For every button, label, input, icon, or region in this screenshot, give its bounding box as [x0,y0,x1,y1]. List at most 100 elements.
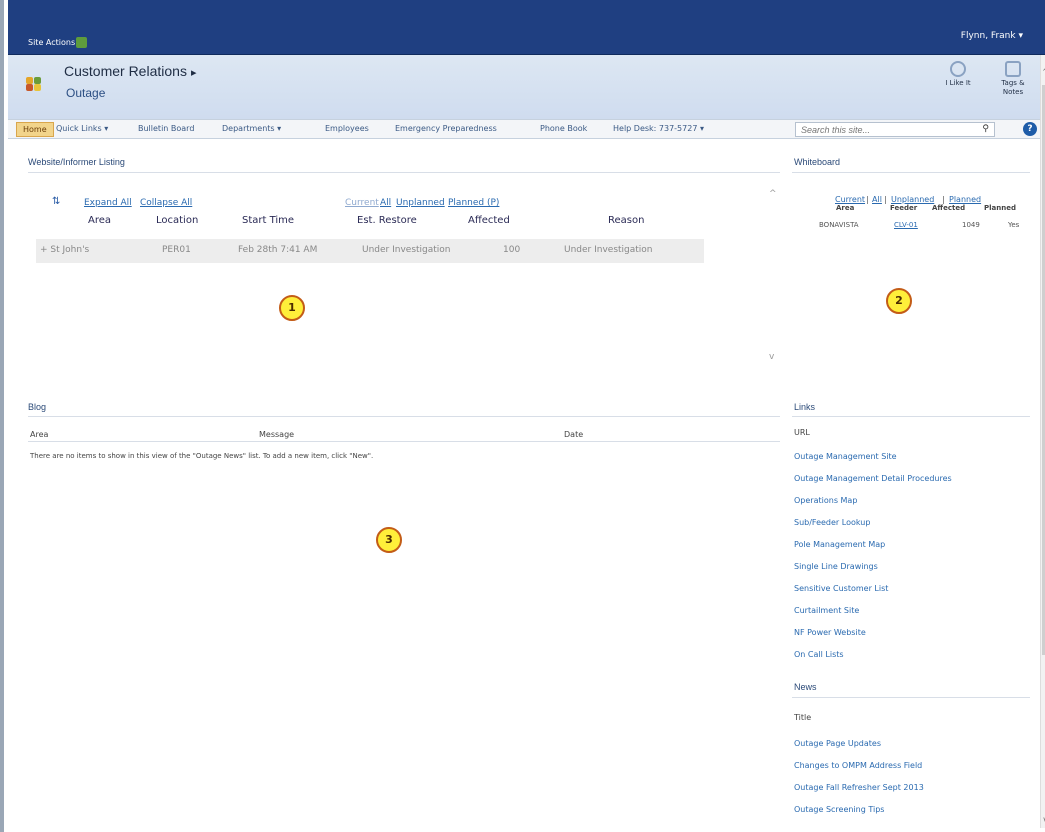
column-header-area: Area [88,215,112,226]
column-header-est-restore: Est. Restore [357,215,417,226]
tags-notes-button[interactable]: Tags & Notes [993,61,1033,97]
link-item[interactable]: Curtailment Site [794,606,859,615]
whiteboard-header-affected: Affected [932,204,966,212]
scroll-up-icon[interactable]: ^ [769,189,777,199]
site-actions-menu[interactable]: Site Actions▾ [28,38,81,47]
blog-header-area: Area [30,430,49,439]
like-it-label: I Like It [945,79,971,87]
user-menu[interactable]: Flynn, Frank ▾ [961,31,1023,41]
like-it-button[interactable]: I Like It [944,61,972,87]
whiteboard-title: Whiteboard [794,157,841,167]
filter-all-link[interactable]: All [380,198,391,208]
links-title: Links [794,402,816,412]
nav-bulletin-board[interactable]: Bulletin Board [138,124,194,133]
link-item[interactable]: Single Line Drawings [794,562,878,571]
callout-badge-2: 2 [886,288,912,314]
links-header-url: URL [794,428,810,437]
breadcrumb-arrow-icon: ▸ [190,67,197,79]
column-header-reason: Reason [608,215,645,226]
link-item[interactable]: Operations Map [794,496,857,505]
blog-title-rule [28,416,780,417]
blog-header-rule [28,441,780,442]
whiteboard-filter-current[interactable]: Current [835,195,865,204]
whiteboard-cell-affected: 1049 [962,221,980,229]
nav-home[interactable]: Home [16,122,54,137]
column-header-location: Location [156,215,199,226]
informer-title: Website/Informer Listing [28,157,125,167]
search-input[interactable] [796,123,966,136]
informer-title-rule [28,172,780,173]
page-title: Outage [66,86,106,100]
cell-reason: Under Investigation [564,245,653,255]
link-item[interactable]: Outage Management Site [794,452,897,461]
whiteboard-header-area: Area [836,204,855,212]
nav-departments[interactable]: Departments ▾ [222,124,281,133]
filter-unplanned-link[interactable]: Unplanned [396,198,445,208]
whiteboard-filter-planned[interactable]: Planned [949,195,981,204]
cell-est-restore: Under Investigation [362,245,451,255]
user-name: Flynn, Frank [960,31,1016,41]
whiteboard-title-rule [792,172,1030,173]
whiteboard-cell-planned: Yes [1008,221,1020,229]
column-header-start-time: Start Time [242,215,295,226]
whiteboard-filter-separator: | [942,195,945,204]
callout-badge-3: 3 [376,527,402,553]
whiteboard-filter-all[interactable]: All [872,195,882,204]
collapse-all-link[interactable]: Collapse All [140,198,192,208]
cell-start-time: Feb 28th 7:41 AM [238,245,318,255]
site-actions-label: Site Actions [28,38,76,47]
links-title-rule [792,416,1030,417]
help-icon[interactable]: ? [1023,122,1037,136]
news-title-rule [792,697,1030,698]
link-item[interactable]: Pole Management Map [794,540,885,549]
news-item[interactable]: Changes to OMPM Address Field [794,761,922,770]
link-item[interactable]: Sensitive Customer List [794,584,888,593]
news-item[interactable]: Outage Fall Refresher Sept 2013 [794,783,924,792]
filter-current-link[interactable]: Current [345,198,379,208]
nav-help-desk[interactable]: Help Desk: 737-5727 ▾ [613,124,704,133]
nav-employees[interactable]: Employees [325,124,369,133]
site-title: Customer Relations [64,63,187,79]
scroll-down-icon[interactable]: v [1041,815,1045,824]
news-item[interactable]: Outage Page Updates [794,739,881,748]
page-scrollbar[interactable]: ^ v [1040,55,1045,828]
cell-location: PER01 [162,245,191,255]
whiteboard-header-planned: Planned [984,204,1016,212]
site-title-link[interactable]: Customer Relations ▸ [64,63,196,79]
news-title: News [794,682,817,692]
link-item[interactable]: Outage Management Detail Procedures [794,474,952,483]
link-item[interactable]: On Call Lists [794,650,844,659]
link-item[interactable]: Sub/Feeder Lookup [794,518,870,527]
tag-icon [1005,61,1021,77]
cell-area[interactable]: + St John's [40,245,89,255]
filter-planned-link[interactable]: Planned (P) [448,198,499,208]
news-item[interactable]: Outage Screening Tips [794,805,884,814]
whiteboard-cell-feeder[interactable]: CLV-01 [894,221,918,229]
whiteboard-filter-separator: | [884,195,887,204]
title-area: Customer Relations ▸ Outage I Like It Tag… [8,55,1040,119]
table-row[interactable]: + St John's PER01 Feb 28th 7:41 AM Under… [36,239,704,263]
column-header-affected: Affected [468,215,510,226]
search-icon[interactable]: ⚲ [982,124,989,134]
blog-header-message: Message [259,430,295,439]
link-item[interactable]: NF Power Website [794,628,866,637]
whiteboard-header-feeder: Feeder [890,204,918,212]
nav-quick-links[interactable]: Quick Links ▾ [56,124,108,133]
edit-page-icon[interactable] [76,37,87,48]
expand-all-link[interactable]: Expand All [84,198,132,208]
whiteboard-cell-area: BONAVISTA [819,221,859,229]
refresh-icon[interactable]: ⇅ [52,196,60,207]
thumbs-up-icon [950,61,966,77]
informer-listing: ⇅ Expand All Collapse All Current All Un… [30,186,777,376]
site-logo-icon [26,77,42,91]
nav-emergency-preparedness[interactable]: Emergency Preparedness [395,124,497,133]
nav-phone-book[interactable]: Phone Book [540,124,587,133]
whiteboard-filter-unplanned[interactable]: Unplanned [891,195,934,204]
news-header-title: Title [794,713,812,722]
blog-header-date: Date [564,430,584,439]
callout-badge-1: 1 [279,295,305,321]
chevron-down-icon: ▾ [1018,31,1023,41]
scroll-down-icon[interactable]: v [769,352,774,362]
blog-title: Blog [28,402,47,412]
scroll-up-icon[interactable]: ^ [1041,67,1045,76]
